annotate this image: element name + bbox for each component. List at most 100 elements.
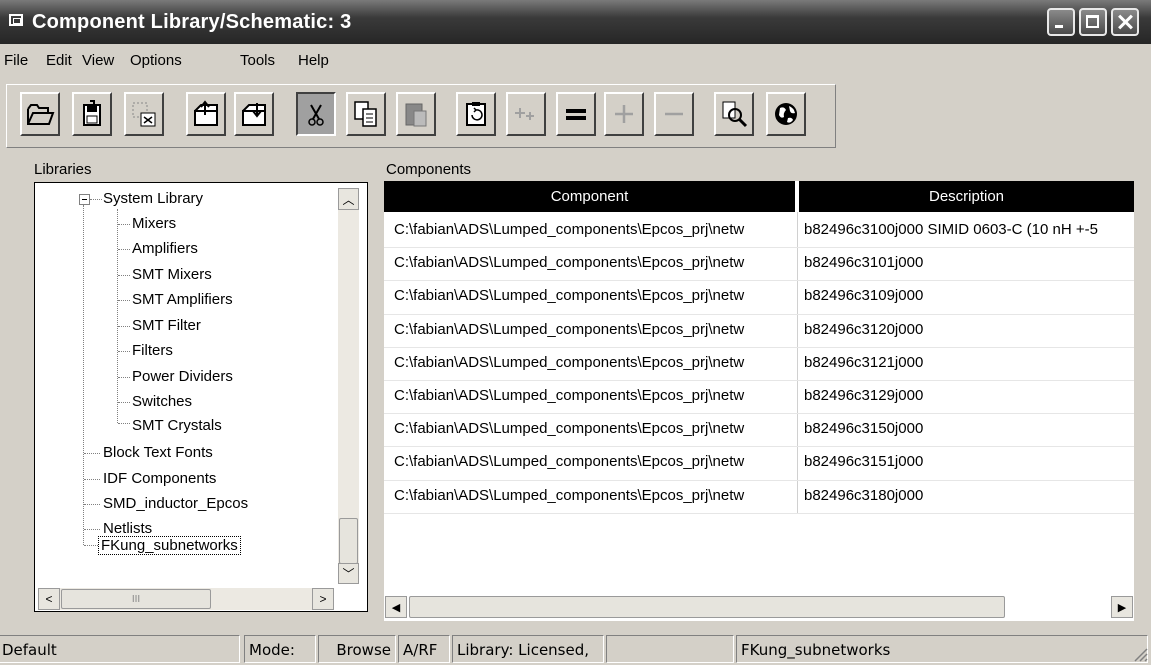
open-folder-icon [27, 104, 55, 125]
tree-line [118, 275, 130, 276]
tree-node-fkung-subnetworks[interactable]: FKung_subnetworks [98, 536, 241, 555]
clipboard-refresh-icon [466, 102, 486, 126]
component-cell[interactable]: C:\fabian\ADS\Lumped_components\Epcos_pr… [394, 487, 794, 504]
tree-node-mixers[interactable]: Mixers [132, 215, 176, 232]
components-table: Component Description C:\fabian\ADS\Lump… [384, 181, 1134, 621]
component-cell[interactable]: C:\fabian\ADS\Lumped_components\Epcos_pr… [394, 287, 794, 304]
components-label: Components [386, 161, 472, 178]
component-cell[interactable]: C:\fabian\ADS\Lumped_components\Epcos_pr… [394, 254, 794, 271]
column-header-description[interactable]: Description [799, 181, 1134, 212]
title-bar[interactable]: Component Library/Schematic: 3 [0, 0, 1151, 44]
globe-icon [775, 103, 797, 125]
tree-line [118, 402, 130, 403]
components-hscroll-thumb[interactable] [409, 596, 1005, 618]
menu-options[interactable]: Options [130, 52, 182, 69]
minimize-icon[interactable] [1047, 8, 1075, 36]
tree-node-smd-inductor-epcos[interactable]: SMD_inductor_Epcos [103, 495, 248, 512]
scroll-left-arrow-icon[interactable]: < [38, 588, 60, 610]
tree-node-block-text-fonts[interactable]: Block Text Fonts [103, 444, 213, 461]
library-up-button[interactable] [186, 92, 226, 136]
tree-line [84, 479, 100, 480]
description-cell[interactable]: b82496c3129j000 [804, 387, 1134, 404]
tree-node-netlists[interactable]: Netlists [103, 520, 152, 537]
tree-node-filters[interactable]: Filters [132, 342, 173, 359]
description-cell[interactable]: b82496c3101j000 [804, 254, 1134, 271]
tree-vscroll-thumb[interactable] [339, 518, 358, 564]
component-cell[interactable]: C:\fabian\ADS\Lumped_components\Epcos_pr… [394, 354, 794, 371]
open-button[interactable] [20, 92, 60, 136]
tree-node-system-library[interactable]: System Library [103, 190, 203, 207]
libraries-label: Libraries [34, 161, 92, 178]
close-library-icon [132, 102, 156, 127]
description-cell[interactable]: b82496c3109j000 [804, 287, 1134, 304]
menu-edit[interactable]: Edit [46, 52, 72, 69]
collapse-all-icon [566, 109, 586, 120]
add-button[interactable] [604, 92, 644, 136]
component-cell[interactable]: C:\fabian\ADS\Lumped_components\Epcos_pr… [394, 387, 794, 404]
expand-all-button[interactable] [506, 92, 546, 136]
status-library: Library: Licensed, [452, 635, 604, 663]
row-divider [384, 479, 1134, 481]
tree-node-idf-components[interactable]: IDF Components [103, 470, 216, 487]
app-icon[interactable] [9, 14, 23, 26]
scroll-right-arrow-icon[interactable]: ▶ [1111, 596, 1133, 618]
plus-icon [615, 105, 633, 123]
remove-button[interactable] [654, 92, 694, 136]
status-empty [606, 635, 734, 663]
component-cell[interactable]: C:\fabian\ADS\Lumped_components\Epcos_pr… [394, 453, 794, 470]
tree-node-power-dividers[interactable]: Power Dividers [132, 368, 233, 385]
close-library-button[interactable] [124, 92, 164, 136]
scroll-left-arrow-icon[interactable]: ◀ [385, 596, 407, 618]
menu-file[interactable]: File [4, 52, 28, 69]
clipboard-refresh-button[interactable] [456, 92, 496, 136]
library-down-button[interactable] [234, 92, 274, 136]
tree-node-smt-amplifiers[interactable]: SMT Amplifiers [132, 291, 233, 308]
tree-node-amplifiers[interactable]: Amplifiers [132, 240, 198, 257]
row-divider [384, 313, 1134, 315]
copy-button[interactable] [346, 92, 386, 136]
save-button[interactable] [72, 92, 112, 136]
tree-line [84, 529, 100, 530]
description-cell[interactable]: b82496c3121j000 [804, 354, 1134, 371]
close-icon[interactable] [1111, 8, 1139, 36]
collapse-all-button[interactable] [556, 92, 596, 136]
paste-button[interactable] [396, 92, 436, 136]
collapse-toggle-icon[interactable] [79, 194, 90, 205]
minus-icon [665, 112, 683, 116]
tree-line [118, 423, 130, 424]
description-cell[interactable]: b82496c3150j000 [804, 420, 1134, 437]
row-divider [384, 446, 1134, 448]
scroll-down-arrow-icon[interactable]: ﹀ [338, 563, 359, 584]
tree-node-smt-filter[interactable]: SMT Filter [132, 317, 201, 334]
tree-line [118, 377, 130, 378]
menu-tools[interactable]: Tools [240, 52, 275, 69]
tree-node-switches[interactable]: Switches [132, 393, 192, 410]
description-cell[interactable]: b82496c3180j000 [804, 487, 1134, 504]
description-cell[interactable]: b82496c3151j000 [804, 453, 1134, 470]
tree-node-smt-crystals[interactable]: SMT Crystals [132, 417, 222, 434]
expand-all-icon [515, 108, 534, 120]
resize-grip-icon[interactable] [1130, 644, 1148, 662]
scroll-right-arrow-icon[interactable]: > [312, 588, 334, 610]
column-header-component[interactable]: Component [384, 181, 795, 212]
description-cell[interactable]: b82496c3120j000 [804, 321, 1134, 338]
component-cell[interactable]: C:\fabian\ADS\Lumped_components\Epcos_pr… [394, 221, 794, 238]
scroll-up-arrow-icon[interactable]: ︿ [338, 188, 359, 210]
maximize-icon[interactable] [1079, 8, 1107, 36]
tree-line [84, 453, 100, 454]
search-button[interactable] [714, 92, 754, 136]
tree-line [90, 199, 102, 200]
libraries-tree[interactable]: System Library Mixers Amplifiers SMT Mix… [34, 182, 368, 612]
description-cell[interactable]: b82496c3100j000 SIMID 0603-C (10 nH +-5 [804, 221, 1134, 238]
menu-view[interactable]: View [82, 52, 114, 69]
menu-help[interactable]: Help [298, 52, 329, 69]
status-mode-value: Browse [318, 635, 396, 663]
tree-node-smt-mixers[interactable]: SMT Mixers [132, 266, 212, 283]
tree-line [84, 545, 98, 546]
component-cell[interactable]: C:\fabian\ADS\Lumped_components\Epcos_pr… [394, 420, 794, 437]
library-down-icon [242, 103, 266, 126]
tree-hscroll-thumb[interactable]: III [61, 589, 211, 609]
component-cell[interactable]: C:\fabian\ADS\Lumped_components\Epcos_pr… [394, 321, 794, 338]
globe-button[interactable] [766, 92, 806, 136]
cut-button[interactable] [296, 92, 336, 136]
